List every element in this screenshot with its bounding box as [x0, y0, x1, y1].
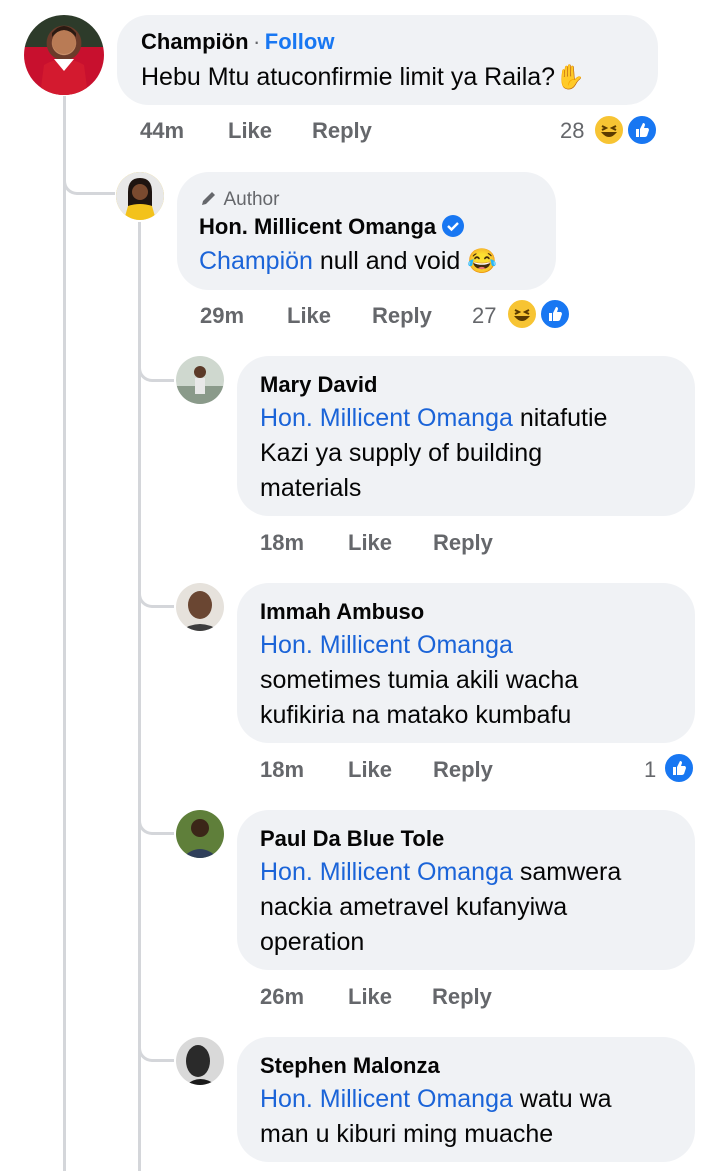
reply-button[interactable]: Reply [433, 530, 493, 556]
comment-text-line: samwera [512, 858, 622, 886]
reaction-count[interactable]: 27 [472, 303, 496, 329]
avatar-photo-icon [116, 172, 164, 220]
thread-elbow [63, 150, 115, 195]
author-badge: Author [223, 189, 280, 210]
comment-bubble[interactable]: Champiön · Follow Hebu Mtu atuconfirmie … [117, 15, 658, 105]
commenter-name[interactable]: Champiön [141, 29, 249, 54]
avatar[interactable] [176, 356, 224, 404]
avatar-photo-icon [176, 810, 224, 858]
haha-icon[interactable] [593, 114, 625, 146]
follow-button[interactable]: Follow [265, 29, 335, 54]
comment-text-line: materials [260, 474, 362, 502]
reply-button[interactable]: Reply [433, 757, 493, 783]
verified-badge-icon [442, 215, 465, 237]
avatar[interactable] [116, 172, 164, 220]
comment-text-line: operation [260, 928, 365, 956]
avatar-photo-icon [176, 1037, 224, 1085]
comment-time[interactable]: 44m [140, 118, 184, 144]
commenter-name[interactable]: Stephen Malonza [260, 1053, 440, 1079]
avatar[interactable] [176, 810, 224, 858]
avatar[interactable] [176, 583, 224, 631]
like-icon[interactable] [626, 114, 658, 146]
like-button[interactable]: Like [348, 530, 392, 556]
mention-link[interactable]: Hon. Millicent Omanga [260, 628, 513, 663]
comment-bubble[interactable]: Immah Ambuso Hon. Millicent Omanga somet… [237, 583, 695, 743]
like-icon[interactable] [663, 752, 695, 784]
thread-elbow [138, 566, 174, 608]
reaction-count[interactable]: 1 [644, 757, 656, 783]
comment-text-line: kufikiria na matako kumbafu [260, 701, 572, 729]
thread-elbow [138, 1020, 174, 1062]
raised-hand-icon: ✋ [555, 64, 585, 91]
mention-link[interactable]: Champiön [199, 247, 313, 275]
haha-icon[interactable] [506, 298, 538, 330]
reaction-count[interactable]: 28 [560, 118, 584, 144]
like-button[interactable]: Like [287, 303, 331, 329]
comment-time[interactable]: 18m [260, 757, 304, 783]
comment-bubble[interactable]: Stephen Malonza Hon. Millicent Omanga wa… [237, 1037, 695, 1162]
comment-actions: 18m Like Reply [0, 757, 720, 787]
like-button[interactable]: Like [228, 118, 272, 144]
comment-bubble[interactable]: Paul Da Blue Tole Hon. Millicent Omanga … [237, 810, 695, 970]
comment-actions: 18m Like Reply [0, 530, 720, 560]
comment-actions: 26m Like Reply [0, 984, 720, 1014]
commenter-name[interactable]: Paul Da Blue Tole [260, 826, 444, 852]
commenter-name[interactable]: Hon. Millicent Omanga [199, 214, 436, 239]
mention-link[interactable]: Hon. Millicent Omanga [260, 858, 513, 886]
comment-text-line: sometimes tumia akili wacha [260, 666, 579, 694]
avatar-photo-icon [176, 583, 224, 631]
comment-text: Hebu Mtu atuconfirmie limit ya Raila? [141, 63, 556, 91]
mention-link[interactable]: Hon. Millicent Omanga [260, 1085, 513, 1113]
thread-elbow [138, 340, 174, 382]
commenter-name[interactable]: Mary David [260, 372, 377, 398]
pencil-icon [202, 192, 215, 205]
comment-text: null and void [312, 247, 468, 275]
comment-time[interactable]: 26m [260, 984, 304, 1010]
like-button[interactable]: Like [348, 984, 392, 1010]
comment-text-line: man u kiburi ming muache [260, 1120, 554, 1148]
reply-button[interactable]: Reply [372, 303, 432, 329]
laughing-crying-icon: 😂 [467, 248, 498, 275]
comment-text-line: watu wa [512, 1085, 612, 1113]
avatar[interactable] [176, 1037, 224, 1085]
avatar-photo-icon [40, 26, 88, 95]
reply-button[interactable]: Reply [312, 118, 372, 144]
reply-button[interactable]: Reply [432, 984, 492, 1010]
separator-dot: · [253, 29, 261, 54]
like-icon[interactable] [539, 298, 571, 330]
comment-text-line: Kazi ya supply of building [260, 439, 543, 467]
comment-actions: 29m Like Reply [0, 303, 720, 333]
comment-time[interactable]: 18m [260, 530, 304, 556]
mention-link[interactable]: Hon. Millicent Omanga [260, 404, 513, 432]
avatar[interactable] [24, 15, 104, 95]
comment-time[interactable]: 29m [200, 303, 244, 329]
comment-bubble[interactable]: Author Hon. Millicent Omanga Champiön nu… [177, 172, 556, 290]
comment-text-line: nitafutie [512, 404, 608, 432]
thread-elbow [138, 793, 174, 835]
commenter-name[interactable]: Immah Ambuso [260, 599, 424, 625]
comment-bubble[interactable]: Mary David Hon. Millicent Omanga nitafut… [237, 356, 695, 516]
comment-text-line: nackia ametravel kufanyiwa [260, 893, 568, 921]
like-button[interactable]: Like [348, 757, 392, 783]
avatar-photo-icon [176, 356, 224, 404]
